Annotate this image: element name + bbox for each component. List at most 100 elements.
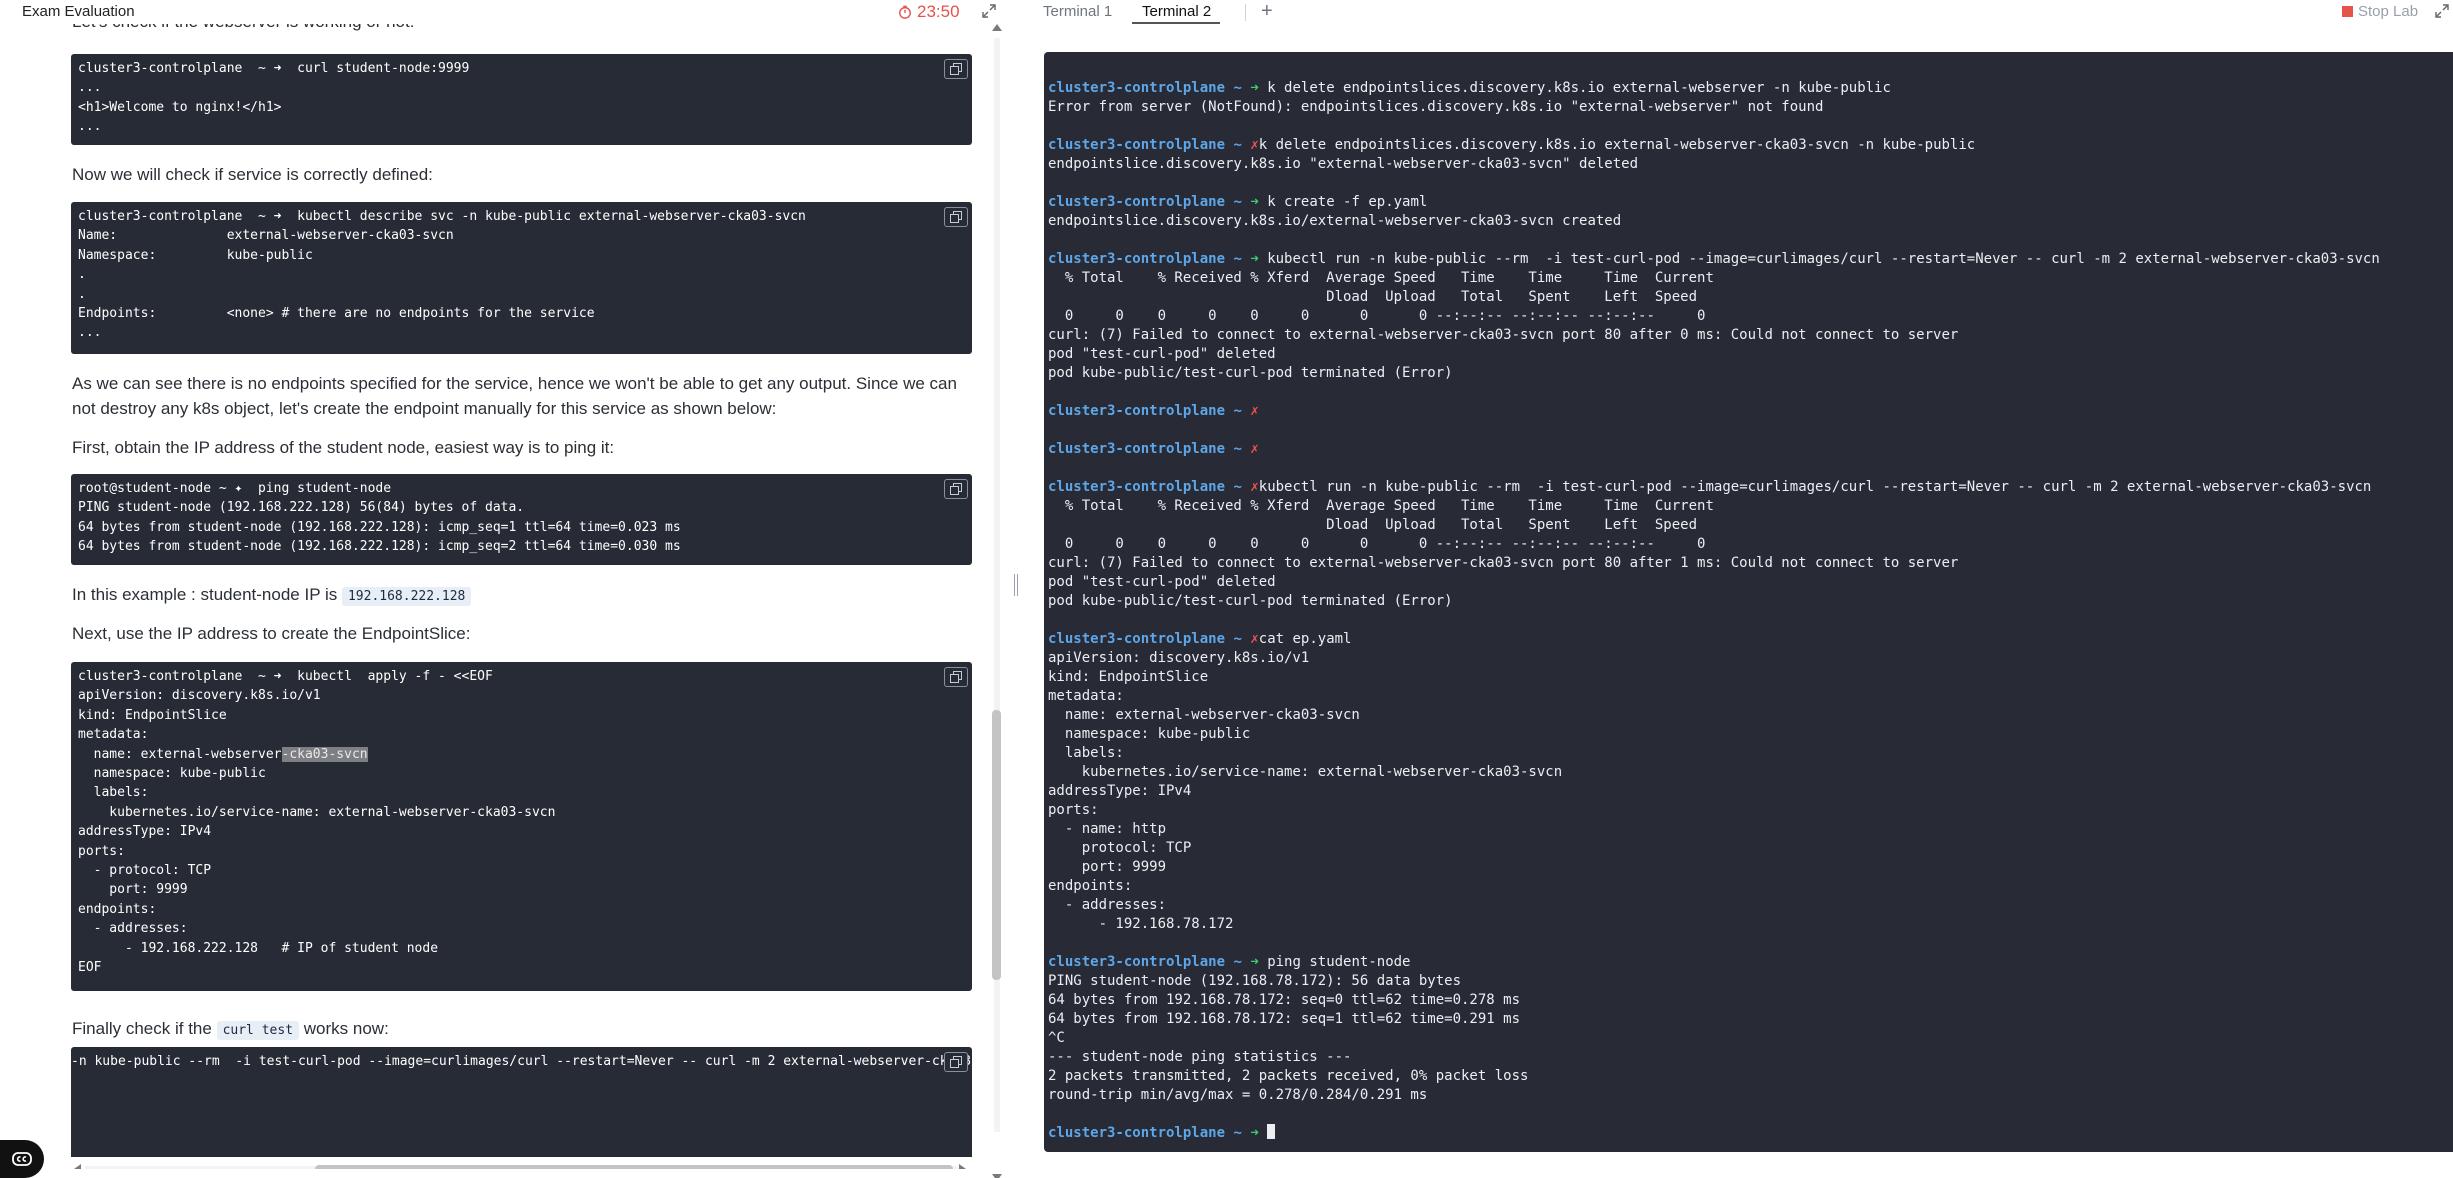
prompt-host: cluster3-controlplane bbox=[1048, 479, 1226, 495]
timer-value: 23:50 bbox=[917, 2, 960, 21]
example-prefix: In this example : student-node IP is bbox=[72, 585, 338, 604]
terminal-pane: Terminal 1 Terminal 2 + Stop Lab cluster… bbox=[1035, 0, 2453, 1178]
inline-code-ip: 192.168.222.128 bbox=[341, 587, 472, 606]
scroll-right-arrow-icon[interactable] bbox=[959, 1164, 966, 1169]
code-text: -n kube-public --rm -i test-curl-pod --i… bbox=[71, 1054, 972, 1069]
stop-lab-label: Stop Lab bbox=[2358, 3, 2419, 20]
exam-evaluation-header: Exam Evaluation 23:50 bbox=[0, 0, 1007, 24]
pane-title: Exam Evaluation bbox=[22, 3, 135, 20]
code-text: cluster3-controlplane ~ ➜ kubectl descri… bbox=[78, 209, 806, 341]
command-text: kubectl run -n kube-public --rm -i test-… bbox=[1258, 251, 2380, 267]
prompt-ok-glyph: ➜ bbox=[1250, 80, 1259, 96]
tab-terminal-1[interactable]: Terminal 1 bbox=[1043, 0, 1112, 24]
prompt-host: cluster3-controlplane bbox=[1048, 403, 1226, 419]
prompt-dir: ~ bbox=[1233, 251, 1242, 267]
active-tab-indicator bbox=[1132, 22, 1220, 24]
expand-arrows-icon[interactable] bbox=[982, 4, 996, 18]
prompt-dir: ~ bbox=[1233, 631, 1242, 647]
command-text: k create -f ep.yaml bbox=[1258, 194, 1428, 210]
no-endpoints-text: As we can see there is no endpoints spec… bbox=[72, 374, 957, 418]
prompt-host: cluster3-controlplane bbox=[1048, 251, 1226, 267]
copy-icon bbox=[950, 211, 962, 223]
prompt-ok-glyph: ➜ bbox=[1250, 1125, 1259, 1141]
output-text: Error from server (NotFound): endpointsl… bbox=[1048, 99, 1824, 115]
output-text: endpointslice.discovery.k8s.io/external-… bbox=[1048, 213, 1622, 229]
check-service-text: Now we will check if service is correctl… bbox=[72, 165, 433, 184]
code-block-describe: cluster3-controlplane ~ ➜ kubectl descri… bbox=[71, 202, 972, 354]
terminal-screen[interactable]: cluster3-controlplane ~ ➜ k delete endpo… bbox=[1044, 52, 2453, 1152]
code-block-curl-test: -n kube-public --rm -i test-curl-pod --i… bbox=[71, 1047, 972, 1157]
prompt-err-glyph: ✗ bbox=[1250, 479, 1259, 495]
code-text: cluster3-controlplane ~ ➜ kubectl apply … bbox=[71, 662, 972, 978]
code-block-ping: root@student-node ~ ✦ ping student-node … bbox=[71, 474, 972, 565]
copy-button[interactable] bbox=[944, 207, 968, 227]
prompt-ok-glyph: ➜ bbox=[1250, 194, 1259, 210]
copy-button[interactable] bbox=[944, 479, 968, 499]
code-text-part: namespace: kube-public labels: kubernete… bbox=[78, 766, 556, 976]
evaluation-content: Let's check if the webserver is working … bbox=[0, 24, 990, 1169]
prompt-dir: ~ bbox=[1233, 954, 1242, 970]
scroll-thumb[interactable] bbox=[315, 1165, 953, 1169]
prompt-ok-glyph: ➜ bbox=[1250, 954, 1259, 970]
prompt-err-glyph: ✗ bbox=[1250, 403, 1259, 419]
scroll-thumb[interactable] bbox=[992, 710, 1001, 980]
output-text: % Total % Received % Xferd Average Speed… bbox=[1048, 270, 1959, 381]
prompt-dir: ~ bbox=[1233, 1125, 1242, 1141]
exam-evaluation-pane: Exam Evaluation 23:50 Let's check if the… bbox=[0, 0, 1007, 1178]
output-text: endpointslice.discovery.k8s.io "external… bbox=[1048, 156, 1639, 172]
terminal-cursor bbox=[1267, 1124, 1276, 1139]
obtain-ip-text: First, obtain the IP address of the stud… bbox=[72, 438, 615, 457]
command-text: kubectl run -n kube-public --rm -i test-… bbox=[1258, 479, 2372, 495]
copy-icon bbox=[950, 671, 962, 683]
terminal-output: cluster3-controlplane ~ ➜ k delete endpo… bbox=[1048, 79, 2380, 1143]
pane-divider[interactable] bbox=[1007, 0, 1035, 1178]
prompt-host: cluster3-controlplane bbox=[1048, 194, 1226, 210]
prompt-dir: ~ bbox=[1233, 479, 1242, 495]
horizontal-scrollbar[interactable] bbox=[71, 1162, 972, 1169]
stop-lab-button[interactable]: Stop Lab bbox=[2342, 3, 2418, 20]
prompt-err-glyph: ✗ bbox=[1250, 631, 1259, 647]
scroll-left-arrow-icon[interactable] bbox=[74, 1164, 81, 1169]
prompt-dir: ~ bbox=[1233, 137, 1242, 153]
code-block-apply: cluster3-controlplane ~ ➜ kubectl apply … bbox=[71, 662, 972, 991]
tab-separator bbox=[1245, 4, 1246, 21]
prompt-host: cluster3-controlplane bbox=[1048, 954, 1226, 970]
expand-arrows-icon[interactable] bbox=[2435, 4, 2449, 18]
add-tab-button[interactable]: + bbox=[1261, 0, 1273, 23]
command-text: k delete endpointslices.discovery.k8s.io… bbox=[1258, 137, 1976, 153]
selected-text: -cka03-svcn bbox=[281, 746, 368, 762]
finally-text: Finally check if the curl test works now… bbox=[72, 1016, 972, 1043]
scroll-down-arrow-icon[interactable] bbox=[992, 1174, 1002, 1178]
prompt-host: cluster3-controlplane bbox=[1048, 137, 1226, 153]
code-block-curl: cluster3-controlplane ~ ➜ curl student-n… bbox=[71, 54, 972, 145]
copy-button[interactable] bbox=[944, 59, 968, 79]
inline-code-curl-test: curl test bbox=[216, 1021, 300, 1040]
copy-button[interactable] bbox=[944, 667, 968, 687]
prompt-host: cluster3-controlplane bbox=[1048, 1125, 1226, 1141]
output-text: apiVersion: discovery.k8s.io/v1 kind: En… bbox=[1048, 650, 1563, 932]
output-text: % Total % Received % Xferd Average Speed… bbox=[1048, 498, 1959, 609]
code-text: root@student-node ~ ✦ ping student-node … bbox=[78, 481, 681, 555]
command-text: ping student-node bbox=[1258, 954, 1411, 970]
tab-terminal-2[interactable]: Terminal 2 bbox=[1142, 0, 1211, 24]
next-text: Next, use the IP address to create the E… bbox=[72, 624, 471, 643]
copy-icon bbox=[950, 63, 962, 75]
command-text: k delete endpointslices.discovery.k8s.io… bbox=[1258, 80, 1891, 96]
vertical-scrollbar[interactable] bbox=[991, 24, 1003, 1178]
prompt-dir: ~ bbox=[1233, 80, 1242, 96]
output-text: PING student-node (192.168.78.172): 56 d… bbox=[1048, 973, 1529, 1103]
prompt-ok-glyph: ➜ bbox=[1250, 251, 1259, 267]
scroll-up-arrow-icon[interactable] bbox=[992, 24, 1002, 31]
prompt-err-glyph: ✗ bbox=[1250, 137, 1259, 153]
copy-icon bbox=[950, 1056, 962, 1068]
terminal-tabbar: Terminal 1 Terminal 2 + Stop Lab bbox=[1035, 0, 2453, 24]
stopwatch-icon bbox=[899, 5, 911, 19]
finally-suffix: works now: bbox=[303, 1019, 389, 1038]
drag-handle-icon[interactable] bbox=[1014, 574, 1018, 596]
prompt-host: cluster3-controlplane bbox=[1048, 80, 1226, 96]
copy-button[interactable] bbox=[944, 1052, 968, 1072]
prompt-dir: ~ bbox=[1233, 403, 1242, 419]
captions-button[interactable] bbox=[0, 1140, 44, 1178]
copy-icon bbox=[950, 483, 962, 495]
finally-prefix: Finally check if the bbox=[72, 1019, 212, 1038]
